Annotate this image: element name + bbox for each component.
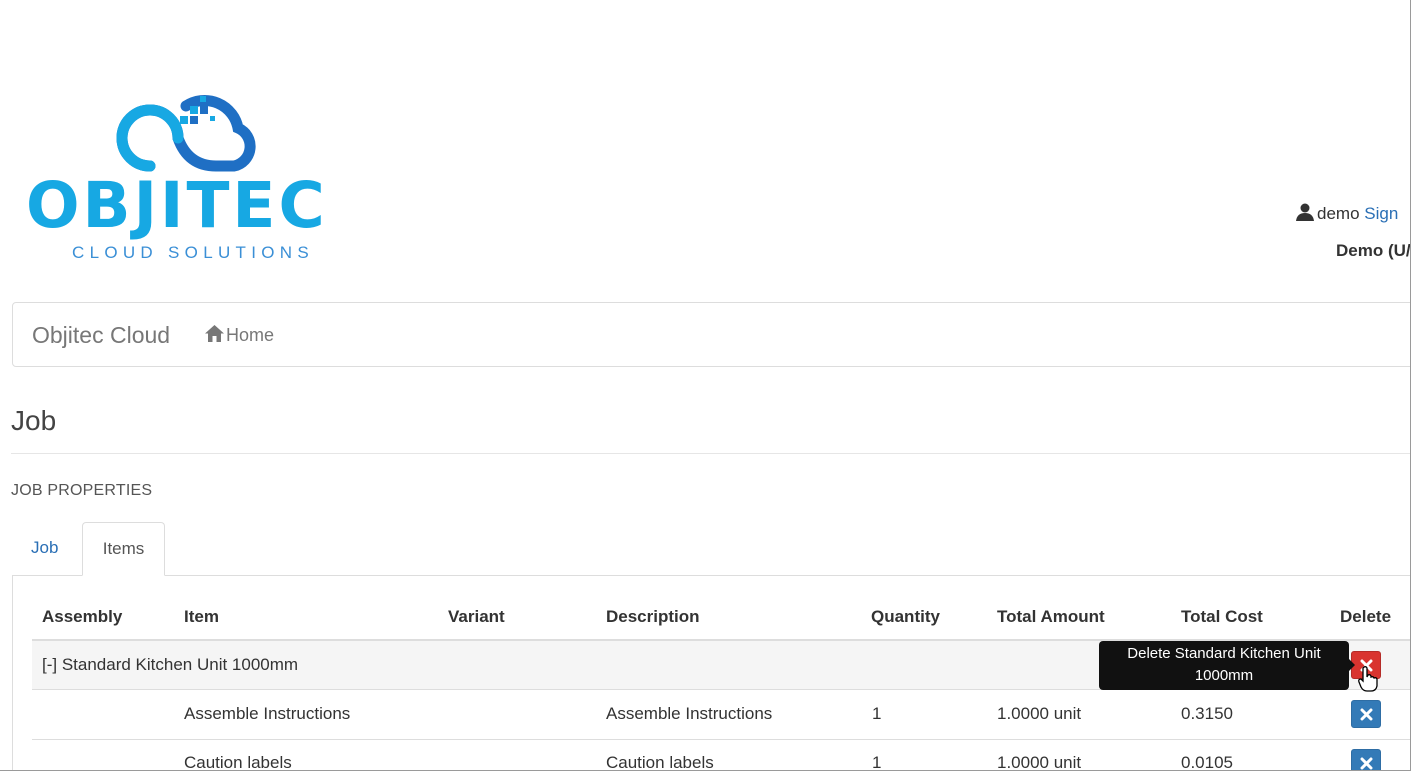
home-icon <box>205 325 224 342</box>
header-total-amount: Total Amount <box>997 607 1105 626</box>
row-2-total-amount: 1.0000 unit <box>997 753 1082 771</box>
tooltip-line-2: 1000mm <box>1194 667 1254 684</box>
row-2-total-cost: 0.0105 <box>1181 753 1233 771</box>
username: demo <box>1317 204 1360 223</box>
row-1-total-cost: 0.3150 <box>1181 704 1233 723</box>
tooltip-line-1: Delete Standard Kitchen Unit <box>1127 645 1321 662</box>
header-variant: Variant <box>448 607 505 626</box>
row-1-quantity: 1 <box>872 704 882 723</box>
assembly-toggle[interactable]: [-] Standard Kitchen Unit 1000mm <box>42 655 298 675</box>
navbar: Objitec Cloud Home <box>12 302 1410 367</box>
header-item: Item <box>184 607 219 626</box>
tooltip-arrow <box>1349 659 1355 671</box>
nav-home-label: Home <box>226 325 275 345</box>
user-icon <box>1296 203 1314 221</box>
navbar-brand[interactable]: Objitec Cloud <box>32 322 170 349</box>
objitec-logo[interactable]: OBJITEC CLOUD SOLUTIONS <box>24 84 364 269</box>
close-icon <box>1360 757 1372 769</box>
row-1-item: Assemble Instructions <box>184 704 351 723</box>
divider <box>11 453 1410 454</box>
header-quantity: Quantity <box>871 607 940 626</box>
page-title: Job <box>11 405 57 436</box>
logo-wordmark: OBJITEC <box>26 169 328 242</box>
header-assembly: Assembly <box>42 607 123 626</box>
row-divider <box>32 739 1410 740</box>
row-2-quantity: 1 <box>872 753 882 771</box>
header-description: Description <box>606 607 700 626</box>
tenant-name: Demo (U/ <box>1336 241 1411 260</box>
header-delete: Delete <box>1340 607 1392 626</box>
delete-tooltip: Delete Standard Kitchen Unit 1000mm <box>1099 641 1349 690</box>
nav-home-link[interactable]: Home <box>205 325 274 346</box>
row-2-description: Caution labels <box>606 753 714 771</box>
row-1-delete-button[interactable] <box>1351 700 1381 728</box>
user-info: demo Sign <box>1296 203 1398 224</box>
cloud-logo-icon <box>116 94 256 172</box>
logo-tagline: CLOUD SOLUTIONS <box>72 243 314 262</box>
row-1-total-amount: 1.0000 unit <box>997 704 1082 723</box>
sign-out-link[interactable]: Sign <box>1364 204 1398 223</box>
row-2-delete-button[interactable] <box>1351 749 1381 770</box>
close-icon <box>1360 708 1372 720</box>
page: OBJITEC CLOUD SOLUTIONS demo Sign Demo (… <box>0 0 1411 771</box>
row-2-item: Caution labels <box>184 753 292 771</box>
row-1-description: Assemble Instructions <box>606 704 773 723</box>
hand-cursor-icon <box>1358 666 1378 692</box>
header-total-cost: Total Cost <box>1181 607 1263 626</box>
tab-job[interactable]: Job <box>31 538 58 558</box>
tab-items[interactable]: Items <box>82 522 165 576</box>
section-heading: JOB PROPERTIES <box>11 482 153 499</box>
